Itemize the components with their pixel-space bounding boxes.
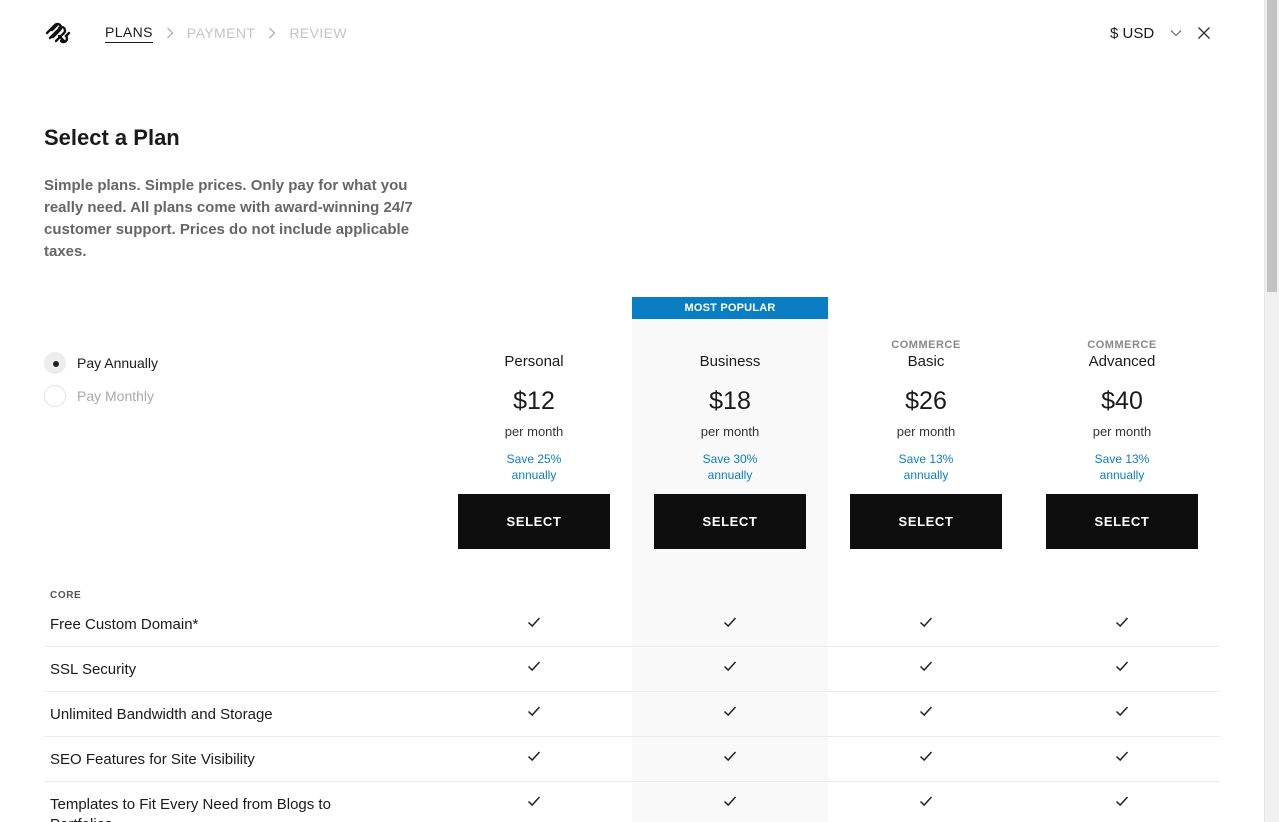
checkmark-icon (1114, 703, 1130, 719)
checkmark-icon (526, 614, 542, 630)
feature-row: Templates to Fit Every Need from Blogs t… (44, 782, 1220, 822)
checkmark-icon (722, 614, 738, 630)
select-commerce-advanced-button[interactable]: SELECT (1046, 494, 1198, 549)
checkmark-icon (1114, 748, 1130, 764)
feature-section-label: CORE (50, 590, 82, 601)
header-bar: PLANS PAYMENT REVIEW $ USD (0, 0, 1264, 66)
plan-name: Personal (504, 353, 564, 370)
plan-savings: Save 13% annually (1024, 451, 1220, 483)
feature-row: SSL Security (44, 647, 1220, 692)
plan-kicker: COMMERCE (1087, 339, 1157, 351)
feature-row: SEO Features for Site Visibility (44, 737, 1220, 782)
plan-commerce-basic: COMMERCE Basic $26 per month Save 13% an… (828, 330, 1024, 549)
scrollbar-thumb[interactable] (1267, 0, 1277, 292)
plan-price: $40 (1101, 387, 1143, 415)
select-commerce-basic-button[interactable]: SELECT (850, 494, 1002, 549)
plan-period: per month (504, 424, 564, 439)
breadcrumb-review: REVIEW (289, 25, 347, 41)
plan-period: per month (896, 424, 956, 439)
plan-name: Advanced (1088, 353, 1156, 370)
pay-monthly-radio[interactable] (44, 385, 66, 407)
checkmark-icon (526, 658, 542, 674)
plan-savings: Save 13% annually (828, 451, 1024, 483)
checkmark-icon (722, 793, 738, 809)
plan-savings-period: annually (511, 468, 557, 482)
chevron-right-icon (153, 24, 187, 42)
breadcrumb-payment: PAYMENT (186, 25, 256, 41)
feature-table: Free Custom Domain* SSL Security Unlimited… (44, 602, 1220, 822)
scrollbar[interactable] (1264, 0, 1279, 822)
chevron-right-icon (255, 24, 289, 42)
plan-price: $12 (513, 387, 555, 415)
checkmark-icon (526, 748, 542, 764)
most-popular-badge: MOST POPULAR (632, 297, 828, 319)
checkmark-icon (722, 658, 738, 674)
pay-monthly-label: Pay Monthly (77, 388, 155, 404)
select-personal-button[interactable]: SELECT (458, 494, 610, 549)
feature-row: Unlimited Bandwidth and Storage (44, 692, 1220, 737)
plan-savings-period: annually (903, 468, 949, 482)
plan-savings-percent: Save 13% (898, 452, 954, 466)
plan-business: Business $18 per month Save 30% annually… (632, 330, 828, 549)
feature-name: SEO Features for Site Visibility (50, 751, 255, 768)
squarespace-logo-icon[interactable] (44, 20, 72, 46)
plan-savings-percent: Save 30% (702, 452, 758, 466)
checkmark-icon (918, 793, 934, 809)
checkmark-icon (918, 748, 934, 764)
checkmark-icon (722, 703, 738, 719)
pay-annually-option[interactable]: Pay Annually (44, 352, 158, 374)
plan-personal: Personal $12 per month Save 25% annually… (436, 330, 632, 549)
select-business-button[interactable]: SELECT (654, 494, 806, 549)
checkmark-icon (526, 793, 542, 809)
checkmark-icon (526, 703, 542, 719)
plan-savings: Save 30% annually (632, 451, 828, 483)
feature-name: Unlimited Bandwidth and Storage (50, 706, 273, 723)
checkmark-icon (1114, 658, 1130, 674)
currency-label: $ USD (1110, 24, 1155, 42)
pay-annually-radio[interactable] (44, 352, 66, 374)
pay-monthly-option[interactable]: Pay Monthly (44, 385, 158, 407)
checkmark-icon (918, 614, 934, 630)
plan-commerce-advanced: COMMERCE Advanced $40 per month Save 13%… (1024, 330, 1220, 549)
plan-price: $26 (905, 387, 947, 415)
checkmark-icon (918, 658, 934, 674)
plan-savings-period: annually (707, 468, 753, 482)
checkmark-icon (918, 703, 934, 719)
plan-savings-percent: Save 25% (506, 452, 562, 466)
feature-row: Free Custom Domain* (44, 602, 1220, 647)
plan-kicker (632, 330, 828, 352)
feature-name: Free Custom Domain* (50, 616, 199, 633)
checkmark-icon (1114, 614, 1130, 630)
plan-period: per month (700, 424, 760, 439)
currency-selector[interactable]: $ USD (1110, 24, 1182, 42)
page-subtitle: Simple plans. Simple prices. Only pay fo… (44, 177, 413, 260)
close-icon[interactable] (1195, 24, 1213, 42)
breadcrumb-plans[interactable]: PLANS (105, 24, 153, 43)
plan-savings: Save 25% annually (436, 451, 632, 483)
plan-price: $18 (709, 387, 751, 415)
plan-period: per month (1092, 424, 1152, 439)
checkmark-icon (722, 748, 738, 764)
plan-name: Basic (907, 353, 945, 370)
plan-savings-period: annually (1099, 468, 1145, 482)
checkmark-icon (1114, 793, 1130, 809)
feature-name: Templates to Fit Every Need from Blogs t… (50, 796, 331, 822)
billing-options: Pay Annually Pay Monthly (44, 352, 158, 418)
pay-annually-label: Pay Annually (77, 355, 158, 371)
breadcrumb: PLANS PAYMENT REVIEW (105, 24, 347, 43)
plan-savings-percent: Save 13% (1094, 452, 1150, 466)
page-title: Select a Plan (44, 125, 180, 150)
plan-kicker: COMMERCE (891, 339, 961, 351)
chevron-down-icon (1160, 24, 1182, 42)
plan-kicker (436, 330, 632, 352)
feature-name: SSL Security (50, 661, 137, 678)
plan-name: Business (699, 353, 761, 370)
